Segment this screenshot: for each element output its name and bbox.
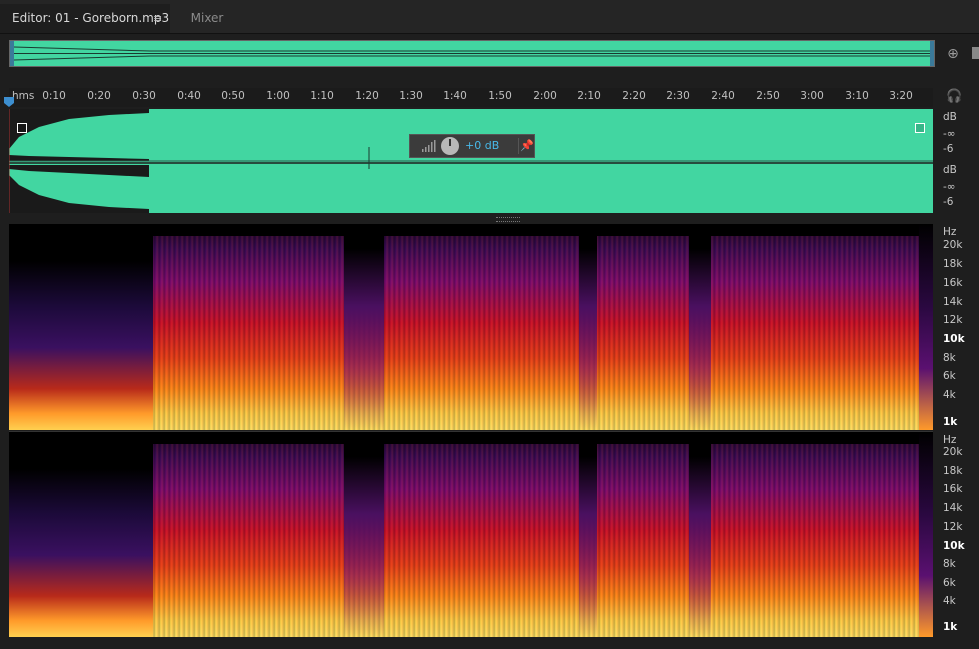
ruler-tick: 1:20 <box>355 90 379 102</box>
panel-edge-button[interactable] <box>972 47 979 59</box>
ruler-tick: 0:30 <box>132 90 156 102</box>
ruler-unit-label: hms <box>12 90 35 102</box>
db-unit-label: dB <box>943 111 957 123</box>
spectral-tail <box>919 432 933 637</box>
headphones-icon[interactable]: 🎧 <box>946 90 962 104</box>
spectral-intro-region <box>9 432 153 637</box>
hz-tick: 6k <box>943 370 956 382</box>
zoom-icon[interactable]: ⊕ <box>944 45 962 63</box>
waveform-graphic <box>9 109 933 213</box>
ruler-tick: 3:00 <box>800 90 824 102</box>
overview-left-handle[interactable] <box>10 41 14 66</box>
gain-value[interactable]: +0 dB <box>465 139 499 152</box>
hz-tick: 6k <box>943 577 956 589</box>
ruler-tick: 1:50 <box>488 90 512 102</box>
ruler-tick: 2:00 <box>533 90 557 102</box>
ruler-tick: 1:40 <box>443 90 467 102</box>
pin-icon[interactable]: 📌 <box>518 138 535 154</box>
volume-knob-icon[interactable] <box>441 137 459 155</box>
hz-tick: 20k <box>943 239 963 251</box>
spectral-gap <box>579 432 597 637</box>
hz-tick: 18k <box>943 258 963 270</box>
ruler-tick: 1:10 <box>310 90 334 102</box>
ruler-tick: 0:20 <box>87 90 111 102</box>
hz-tick: 14k <box>943 502 963 514</box>
hz-tick: 10k <box>943 540 965 552</box>
fade-out-handle[interactable] <box>915 123 925 133</box>
ruler-tick: 2:20 <box>622 90 646 102</box>
ruler-tick: 0:50 <box>221 90 245 102</box>
spectral-tail <box>919 224 933 430</box>
hz-tick: 16k <box>943 277 963 289</box>
ruler-tick: 3:20 <box>889 90 913 102</box>
spectral-display-top[interactable] <box>9 224 933 430</box>
overview-navigator[interactable] <box>9 40 935 67</box>
ruler-tick: 2:40 <box>711 90 735 102</box>
hz-scale-bottom: Hz 20k 18k 16k 14k 12k 10k 8k 6k 4k 1k <box>935 432 979 637</box>
hz-tick: 12k <box>943 314 963 326</box>
spectral-display-bottom[interactable] <box>9 432 933 637</box>
hz-tick: 16k <box>943 483 963 495</box>
hz-tick: 18k <box>943 465 963 477</box>
hz-tick: 4k <box>943 595 956 607</box>
hz-unit-label: Hz <box>943 434 957 446</box>
hz-tick: 4k <box>943 389 956 401</box>
hz-tick: 10k <box>943 333 965 345</box>
time-ruler[interactable]: hms 0:10 0:20 0:30 0:40 0:50 1:00 1:10 1… <box>9 88 933 107</box>
overview-waveform <box>13 46 934 61</box>
ruler-tick: 3:10 <box>845 90 869 102</box>
spectral-gap <box>689 432 711 637</box>
db-minus6: -6 <box>943 196 954 208</box>
hz-tick: 8k <box>943 558 956 570</box>
tab-editor[interactable]: Editor: 01 - Goreborn.mp3 ≡ <box>0 4 170 33</box>
volume-hud[interactable]: +0 dB 📌 <box>409 134 535 158</box>
tab-mixer[interactable]: Mixer <box>172 4 242 33</box>
db-unit-label: dB <box>943 164 957 176</box>
db-scale-top: dB -∞ -6 <box>935 109 979 161</box>
ruler-tick: 2:30 <box>666 90 690 102</box>
spectral-gap <box>344 224 384 430</box>
panel-resize-grip[interactable] <box>496 217 520 222</box>
spectral-gap <box>579 224 597 430</box>
spectral-intro-region <box>9 224 153 430</box>
hz-tick: 8k <box>943 352 956 364</box>
hz-tick: 14k <box>943 296 963 308</box>
hz-tick: 12k <box>943 521 963 533</box>
hz-tick: 1k <box>943 621 958 633</box>
fade-in-handle[interactable] <box>17 123 27 133</box>
ruler-tick: 2:50 <box>756 90 780 102</box>
ruler-tick: 2:10 <box>577 90 601 102</box>
hz-tick: 20k <box>943 446 963 458</box>
ruler-tick: 0:40 <box>177 90 201 102</box>
hz-tick: 1k <box>943 416 958 428</box>
db-neg-inf: -∞ <box>943 128 956 140</box>
panel-menu-icon[interactable]: ≡ <box>153 4 162 33</box>
hz-unit-label: Hz <box>943 226 957 238</box>
db-neg-inf: -∞ <box>943 181 956 193</box>
spectral-gap <box>344 432 384 637</box>
overview-right-handle[interactable] <box>930 41 934 66</box>
level-bars-icon <box>422 140 436 152</box>
db-minus6: -6 <box>943 143 954 155</box>
ruler-tick: 0:10 <box>42 90 66 102</box>
spectral-gap <box>689 224 711 430</box>
ruler-tick: 1:30 <box>399 90 423 102</box>
db-scale-bottom: dB -∞ -6 <box>935 161 979 213</box>
tab-bar: Editor: 01 - Goreborn.mp3 ≡ Mixer <box>0 0 979 34</box>
ruler-tick: 1:00 <box>266 90 290 102</box>
tab-editor-label: Editor: 01 - Goreborn.mp3 <box>12 11 170 25</box>
hz-scale-top: Hz 20k 18k 16k 14k 12k 10k 8k 6k 4k 1k <box>935 224 979 430</box>
waveform-panel[interactable] <box>9 109 933 213</box>
